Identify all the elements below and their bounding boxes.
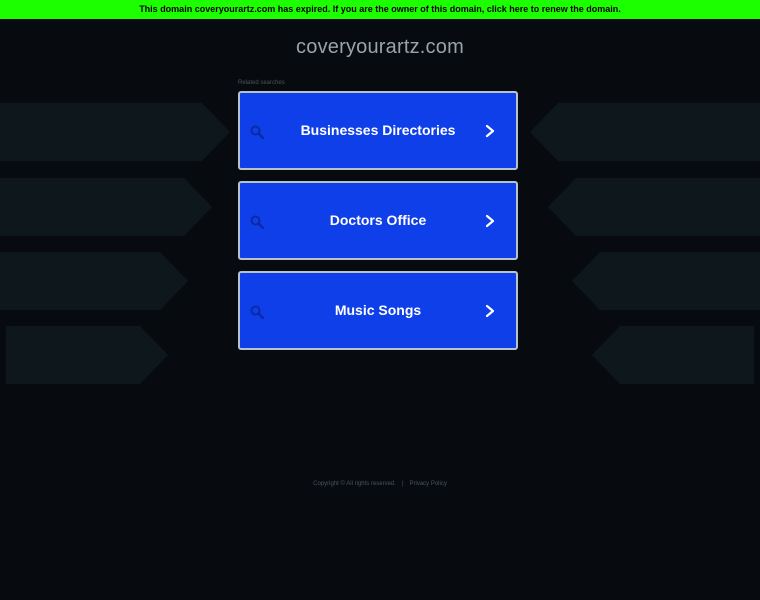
decorative-shape — [530, 103, 760, 161]
related-searches-label: Related searches — [238, 80, 285, 86]
related-search-label: Doctors Office — [329, 212, 427, 228]
footer: Copyright © All rights reserved. | Privacy… — [0, 481, 760, 487]
related-search-button-music-songs[interactable]: Music Songs — [238, 271, 518, 350]
copyright-text: Copyright © All rights reserved. — [313, 481, 396, 487]
related-search-label: Businesses Directories — [300, 122, 456, 138]
expired-domain-banner[interactable]: This domain coveryourartz.com has expire… — [0, 0, 760, 19]
chevron-right-icon — [485, 124, 495, 138]
decorative-shape — [0, 252, 188, 310]
decorative-shape — [0, 178, 212, 236]
related-search-label: Music Songs — [334, 302, 422, 318]
footer-separator: | — [401, 481, 404, 487]
chevron-right-icon — [485, 304, 495, 318]
search-icon — [250, 215, 264, 229]
chevron-right-icon — [485, 214, 495, 228]
decorative-shape — [592, 326, 754, 384]
decorative-shape — [0, 103, 230, 161]
related-search-button-businesses-directories[interactable]: Businesses Directories — [238, 91, 518, 170]
decorative-shape — [548, 178, 760, 236]
privacy-policy-link[interactable]: Privacy Policy — [410, 481, 447, 487]
decorative-shape — [6, 326, 168, 384]
related-search-button-doctors-office[interactable]: Doctors Office — [238, 181, 518, 260]
domain-title: coveryourartz.com — [296, 36, 464, 58]
search-icon — [250, 305, 264, 319]
decorative-shape — [572, 252, 760, 310]
search-icon — [250, 125, 264, 139]
